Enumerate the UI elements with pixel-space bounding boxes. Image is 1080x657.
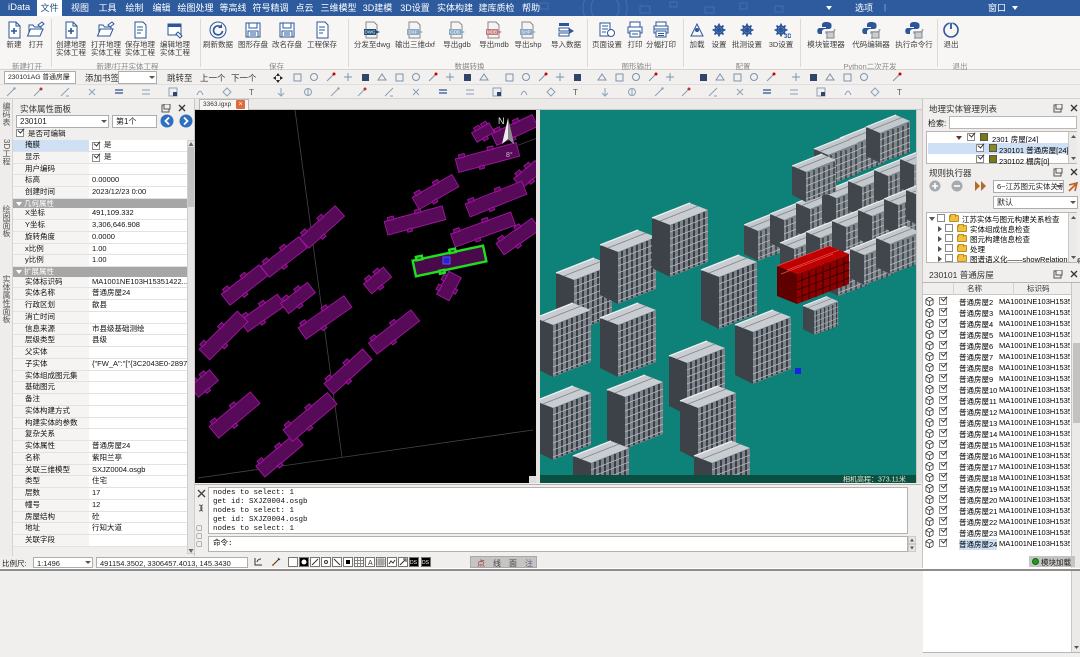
- svg-text:相机高程：373.11米: 相机高程：373.11米: [843, 475, 906, 484]
- svg-text:T: T: [573, 88, 578, 97]
- svg-text:MDB: MDB: [487, 30, 497, 35]
- svg-text:T: T: [249, 88, 254, 97]
- svg-text:DS: DS: [410, 560, 418, 566]
- svg-text:DWG: DWG: [365, 30, 376, 35]
- svg-text:8°: 8°: [506, 151, 513, 159]
- svg-text:GDB: GDB: [450, 30, 460, 35]
- svg-text:SHP: SHP: [521, 30, 530, 35]
- svg-text:DXF: DXF: [409, 30, 418, 35]
- svg-text:N: N: [498, 116, 505, 126]
- svg-text:A: A: [368, 560, 373, 567]
- svg-text:T: T: [897, 88, 902, 97]
- svg-text:DS: DS: [422, 560, 430, 566]
